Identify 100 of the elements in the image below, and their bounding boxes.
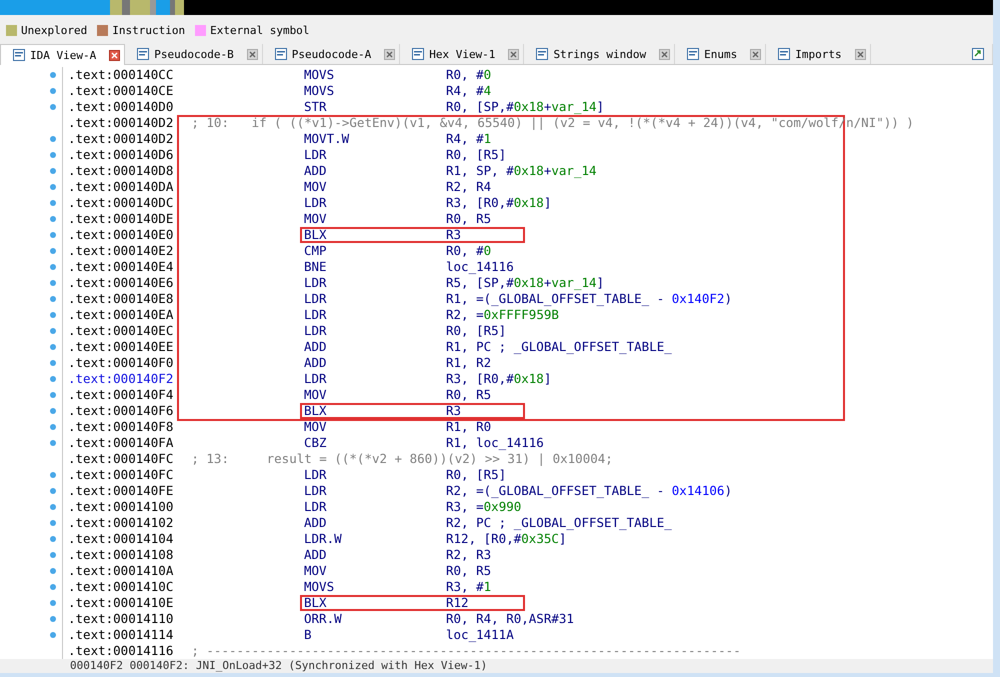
- address[interactable]: .text:0001410A: [68, 563, 304, 579]
- breakpoint-dot[interactable]: [50, 344, 56, 350]
- address[interactable]: .text:000140CC: [68, 67, 304, 83]
- breakpoint-dot[interactable]: [50, 520, 56, 526]
- breakpoint-dot[interactable]: [50, 216, 56, 222]
- breakpoint-dot[interactable]: [50, 168, 56, 174]
- operands: R3: [446, 403, 462, 419]
- breakpoint-dot[interactable]: [50, 616, 56, 622]
- address[interactable]: .text:000140FC: [68, 467, 304, 483]
- mnemonic: MOV: [304, 419, 328, 435]
- close-icon[interactable]: [750, 48, 762, 60]
- breakpoint-dot[interactable]: [50, 536, 56, 542]
- close-icon[interactable]: [109, 50, 120, 60]
- tab[interactable]: Pseudocode-A: [262, 44, 400, 64]
- address[interactable]: .text:000140D0: [68, 99, 304, 115]
- breakpoint-dot[interactable]: [50, 296, 56, 302]
- breakpoint-dot[interactable]: [50, 88, 56, 94]
- address[interactable]: .text:00014104: [68, 531, 304, 547]
- mnemonic: MOVS: [304, 67, 336, 83]
- breakpoint-dot[interactable]: [50, 600, 56, 606]
- breakpoint-dot[interactable]: [50, 584, 56, 590]
- breakpoint-dot[interactable]: [50, 264, 56, 270]
- breakpoint-dot[interactable]: [50, 440, 56, 446]
- operands: R2, =0xFFFF959B: [446, 307, 559, 323]
- breakpoint-dot[interactable]: [50, 392, 56, 398]
- tab[interactable]: Enums: [675, 44, 766, 64]
- address[interactable]: .text:000140DA: [68, 179, 304, 195]
- breakpoint-dot[interactable]: [50, 504, 56, 510]
- address[interactable]: .text:000140FC: [68, 451, 174, 467]
- address[interactable]: .text:000140F8: [68, 419, 304, 435]
- breakpoint-dot[interactable]: [50, 408, 56, 414]
- address[interactable]: .text:00014108: [68, 547, 304, 563]
- operands: R1, loc_14116: [446, 435, 544, 451]
- address[interactable]: .text:000140FE: [68, 483, 304, 499]
- mnemonic: ADD: [304, 355, 328, 371]
- breakpoint-dot[interactable]: [50, 360, 56, 366]
- close-icon[interactable]: [508, 48, 520, 60]
- address[interactable]: .text:000140EE: [68, 339, 304, 355]
- tab[interactable]: Hex View-1: [400, 44, 524, 64]
- breakpoint-dot[interactable]: [50, 424, 56, 430]
- breakpoint-dot[interactable]: [50, 248, 56, 254]
- tab[interactable]: Pseudocode-B: [125, 44, 263, 64]
- address[interactable]: .text:000140E2: [68, 243, 304, 259]
- tab[interactable]: Imports: [766, 44, 871, 64]
- breakpoint-dot[interactable]: [50, 280, 56, 286]
- operands: loc_1411A: [446, 627, 514, 643]
- breakpoint-dot[interactable]: [50, 376, 56, 382]
- address[interactable]: .text:00014102: [68, 515, 304, 531]
- tab[interactable]: IDA View-A: [0, 44, 126, 65]
- address[interactable]: .text:000140F0: [68, 355, 304, 371]
- breakpoint-dot[interactable]: [50, 632, 56, 638]
- address[interactable]: .text:000140F2: [68, 371, 304, 387]
- address[interactable]: .text:000140D6: [68, 147, 304, 163]
- breakpoint-dot[interactable]: [50, 152, 56, 158]
- address[interactable]: .text:00014114: [68, 627, 304, 643]
- breakpoint-dot[interactable]: [50, 72, 56, 78]
- navigation-band[interactable]: [0, 0, 993, 15]
- operands: R0, R5: [446, 211, 492, 227]
- mnemonic: BLX: [304, 227, 328, 243]
- breakpoint-dot[interactable]: [50, 328, 56, 334]
- address[interactable]: .text:000140FA: [68, 435, 304, 451]
- address[interactable]: .text:000140DE: [68, 211, 304, 227]
- address[interactable]: .text:000140F4: [68, 387, 304, 403]
- window-icon: [778, 48, 790, 60]
- mnemonic: LDR: [304, 291, 328, 307]
- address[interactable]: .text:000140DC: [68, 195, 304, 211]
- address[interactable]: .text:0001410E: [68, 595, 304, 611]
- address[interactable]: .text:000140E8: [68, 291, 304, 307]
- address[interactable]: .text:000140E6: [68, 275, 304, 291]
- address[interactable]: .text:000140CE: [68, 83, 304, 99]
- breakpoint-dot[interactable]: [50, 312, 56, 318]
- address[interactable]: .text:000140D2: [68, 115, 174, 131]
- breakpoint-dot[interactable]: [50, 488, 56, 494]
- breakpoint-dot[interactable]: [50, 200, 56, 206]
- breakpoint-dot[interactable]: [50, 552, 56, 558]
- address[interactable]: .text:0001410C: [68, 579, 304, 595]
- mnemonic: MOV: [304, 387, 328, 403]
- address[interactable]: .text:000140E0: [68, 227, 304, 243]
- address[interactable]: .text:00014100: [68, 499, 304, 515]
- breakpoint-dot[interactable]: [50, 568, 56, 574]
- close-icon[interactable]: [854, 48, 866, 60]
- address[interactable]: .text:00014116: [68, 643, 174, 659]
- address[interactable]: .text:000140EA: [68, 307, 304, 323]
- breakpoint-dot[interactable]: [50, 184, 56, 190]
- close-icon[interactable]: [384, 48, 396, 60]
- tab[interactable]: Strings window: [524, 44, 676, 64]
- close-icon[interactable]: [246, 48, 258, 60]
- breakpoint-dot[interactable]: [50, 136, 56, 142]
- breakpoint-dot[interactable]: [50, 472, 56, 478]
- breakpoint-dot[interactable]: [50, 104, 56, 110]
- address[interactable]: .text:000140D2: [68, 131, 304, 147]
- window-icon: [412, 48, 424, 60]
- address[interactable]: .text:000140D8: [68, 163, 304, 179]
- address[interactable]: .text:000140F6: [68, 403, 304, 419]
- close-icon[interactable]: [659, 48, 670, 60]
- mnemonic: MOV: [304, 563, 328, 579]
- address[interactable]: .text:000140E4: [68, 259, 304, 275]
- address[interactable]: .text:00014110: [68, 611, 304, 627]
- breakpoint-dot[interactable]: [50, 232, 56, 238]
- address[interactable]: .text:000140EC: [68, 323, 304, 339]
